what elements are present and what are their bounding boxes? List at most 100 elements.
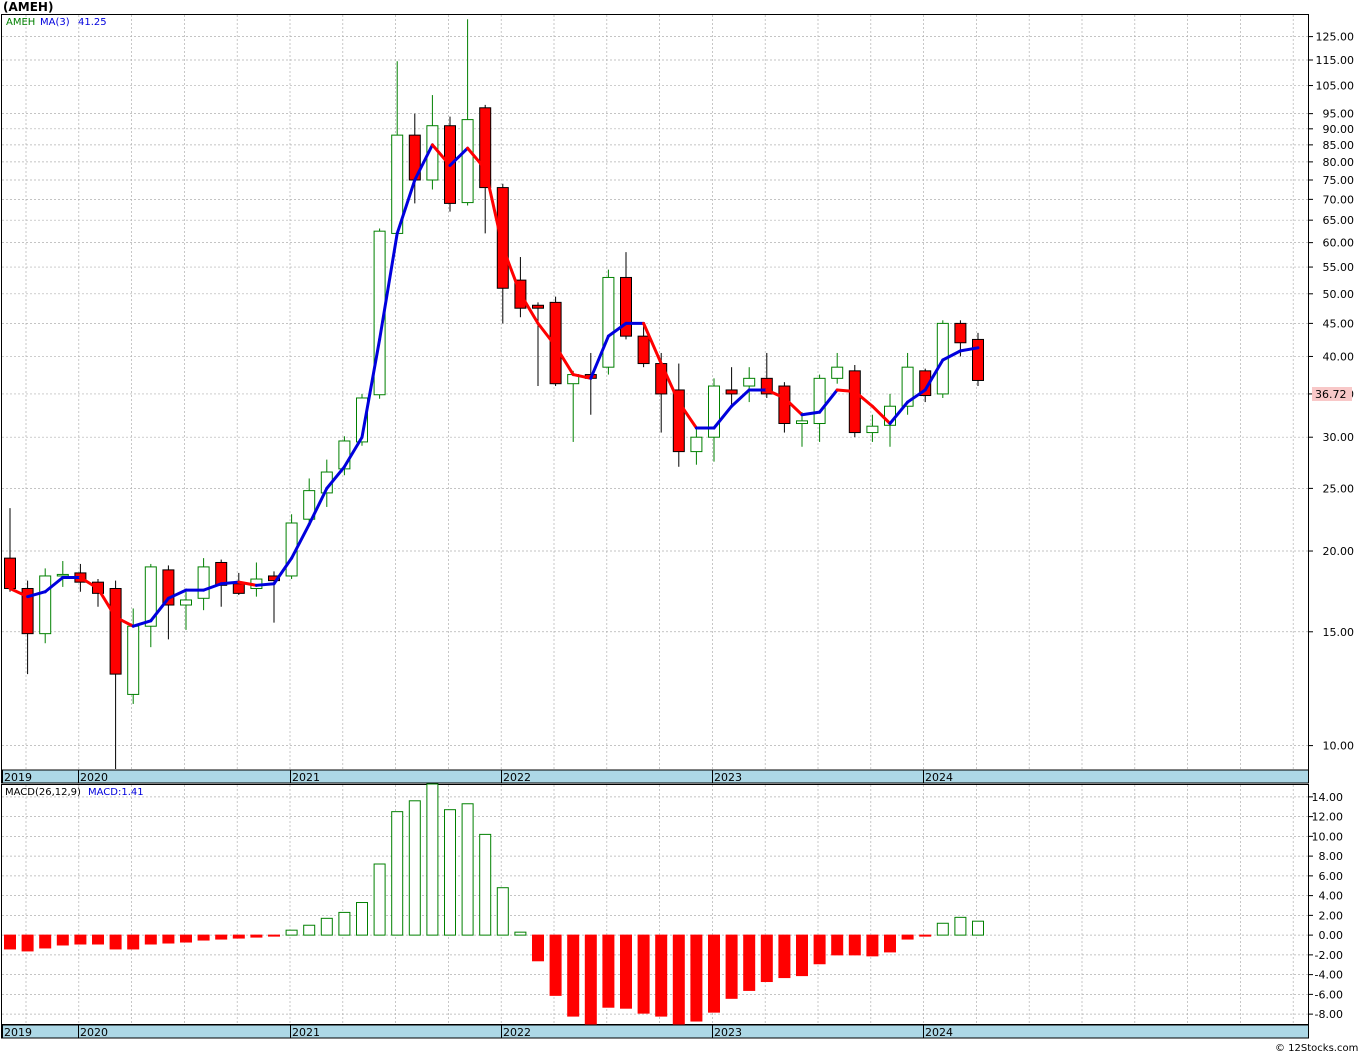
candle-body: [4, 557, 16, 590]
candle-body: [532, 304, 544, 309]
macd-legend-value: MACD:1.41: [88, 787, 144, 798]
macd-bar: [391, 811, 404, 936]
macd-tick-label: 0.00: [1319, 929, 1344, 942]
macd-panel: [1, 784, 1309, 1025]
candle-body: [831, 366, 844, 379]
price-tick-label: 85.00: [1323, 139, 1355, 152]
candle-body: [180, 599, 192, 606]
macd-bar: [127, 934, 140, 950]
macd-bar: [848, 934, 861, 956]
last-price-label: 36.72: [1315, 388, 1347, 401]
macd-bar: [655, 934, 668, 1017]
macd-bar: [901, 934, 914, 940]
macd-bar: [884, 934, 896, 953]
price-panel: [1, 14, 1309, 771]
price-tick-label: 115.00: [1316, 54, 1355, 67]
macd-tick-label: -2.00: [1315, 949, 1343, 962]
price-tick-label: 80.00: [1323, 156, 1355, 169]
macd-tick-label: 6.00: [1319, 870, 1344, 883]
macd-bar: [426, 783, 439, 936]
macd-tick-label: 12.00: [1312, 811, 1344, 824]
candle-body: [954, 322, 967, 344]
macd-bar: [250, 934, 263, 938]
macd-tick-label: -8.00: [1315, 1008, 1343, 1021]
macd-bar: [954, 916, 967, 936]
macd-bar: [408, 800, 421, 936]
macd-bar: [444, 809, 456, 936]
price-tick-label: 45.00: [1323, 317, 1355, 330]
price-tick-label: 65.00: [1323, 214, 1355, 227]
macd-bar: [620, 934, 632, 1009]
macd-bar: [373, 863, 386, 936]
year-label: 2020: [80, 1026, 108, 1039]
price-tick-label: 60.00: [1323, 237, 1355, 250]
candle-body: [972, 338, 984, 381]
candle-body: [496, 187, 509, 289]
price-tick-label: 25.00: [1323, 482, 1355, 495]
price-tick-label: 20.00: [1323, 545, 1355, 558]
price-tick-label: 15.00: [1323, 626, 1355, 639]
macd-bar: [162, 934, 175, 944]
price-legend: AMEH MA(3) 41.25: [6, 17, 107, 28]
price-tick-label: 75.00: [1323, 174, 1355, 187]
macd-bar: [532, 934, 544, 962]
macd-bar: [144, 934, 157, 945]
year-label: 2019: [4, 771, 32, 784]
macd-bar: [268, 934, 280, 937]
price-tick-label: 40.00: [1323, 350, 1355, 363]
candle-body: [743, 377, 756, 387]
macd-bar: [303, 924, 316, 936]
macd-bar: [232, 934, 245, 939]
watermark: © 12Stocks.com: [1275, 1043, 1358, 1054]
candle-body: [655, 363, 668, 395]
macd-tick-label: 4.00: [1319, 890, 1344, 903]
macd-tick-label: 10.00: [1312, 830, 1344, 843]
macd-bar: [74, 934, 87, 945]
price-year-band: [1, 769, 1309, 784]
ma-segment: [219, 580, 241, 586]
macd-bar: [56, 934, 69, 946]
macd-bar: [690, 934, 703, 1022]
macd-bar: [356, 902, 368, 936]
macd-tick-label: -6.00: [1315, 988, 1343, 1001]
macd-tick-label: 14.00: [1312, 791, 1344, 804]
macd-bar: [109, 934, 122, 950]
price-tick-label: 70.00: [1323, 193, 1355, 206]
candle-body: [690, 436, 703, 453]
year-label: 2022: [503, 771, 531, 784]
macd-bar: [567, 934, 580, 1017]
macd-bar: [215, 934, 228, 940]
ma-segment: [254, 582, 276, 587]
price-tick-label: 50.00: [1323, 288, 1355, 301]
year-label: 2021: [292, 1026, 320, 1039]
year-label: 2023: [714, 1026, 742, 1039]
price-tick-label: 105.00: [1316, 80, 1355, 93]
year-label: 2019: [4, 1026, 32, 1039]
candle-body: [848, 370, 861, 434]
macd-bar: [972, 920, 984, 936]
ticker-title: (AMEH): [3, 0, 53, 14]
macd-bar: [919, 934, 932, 937]
macd-y-axis: -8.00 -6.00 -4.00 -2.00 0.00 2.00 4.00 6.00 8.00…: [1308, 791, 1343, 1021]
macd-bar: [92, 934, 104, 945]
macd-bar: [936, 922, 949, 936]
year-label: 2024: [925, 1026, 953, 1039]
macd-bar: [708, 934, 720, 1013]
macd-bar: [320, 917, 333, 936]
macd-legend-label: MACD(26,12,9): [5, 787, 81, 798]
legend-symbol: AMEH: [6, 17, 35, 28]
macd-legend: MACD(26,12,9) MACD:1.41: [5, 787, 144, 798]
macd-bar: [479, 833, 492, 936]
legend-ma-label: MA(3): [40, 17, 70, 28]
candle-body: [796, 420, 808, 425]
candle-body: [197, 566, 210, 599]
price-tick-label: 30.00: [1323, 431, 1355, 444]
macd-tick-label: -4.00: [1315, 969, 1343, 982]
price-tick-label: 125.00: [1316, 31, 1355, 44]
year-label: 2023: [714, 771, 742, 784]
macd-year-band: [1, 1024, 1309, 1039]
candle-body: [708, 385, 720, 438]
macd-bar: [21, 934, 34, 952]
year-label: 2022: [503, 1026, 531, 1039]
candle-body: [602, 276, 615, 368]
